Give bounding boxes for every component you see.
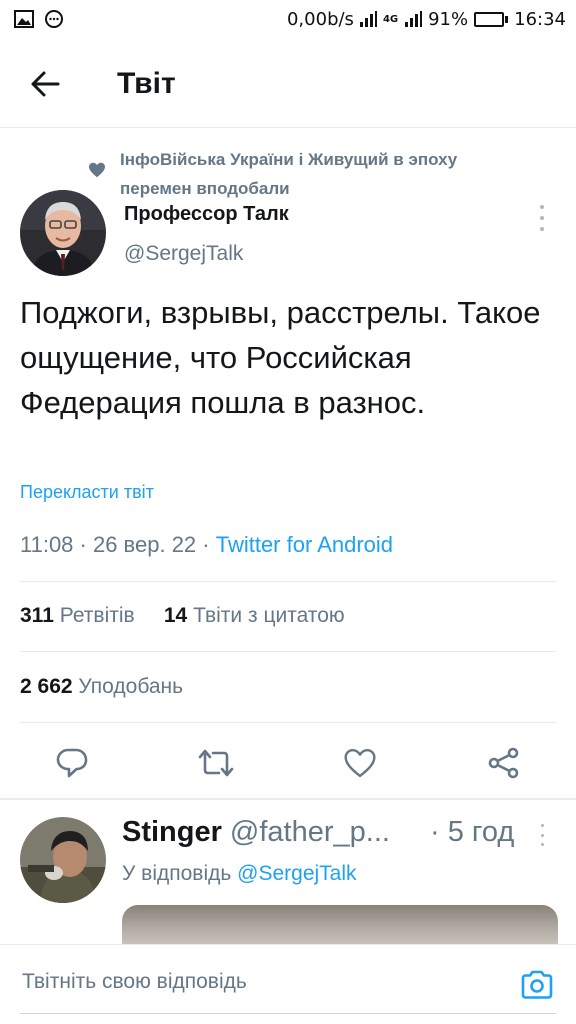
reply-author-name[interactable]: Stinger bbox=[122, 816, 222, 849]
author-name[interactable]: Профессор Талк bbox=[124, 203, 289, 226]
retweet-button[interactable] bbox=[191, 738, 241, 788]
reply-avatar[interactable] bbox=[20, 817, 106, 903]
translate-tweet-link[interactable]: Перекласти твіт bbox=[20, 482, 154, 503]
reply-more-options-icon[interactable] bbox=[537, 824, 547, 846]
author-avatar[interactable] bbox=[20, 190, 106, 276]
chat-icon bbox=[44, 9, 64, 29]
network-type: 4G bbox=[382, 13, 399, 25]
tweet-text: Поджоги, взрывы, расстрелы. Такое ощущен… bbox=[20, 295, 541, 420]
battery-percent: 91% bbox=[428, 8, 469, 30]
reply-media-image[interactable] bbox=[122, 905, 558, 945]
reply-header: Stinger @father_p... · 5 год bbox=[122, 816, 532, 849]
divider bbox=[20, 581, 556, 582]
signal-icon bbox=[405, 11, 423, 27]
heart-icon bbox=[88, 162, 106, 203]
likes-label: Уподобань bbox=[78, 675, 184, 698]
tweet-source-link[interactable]: Twitter for Android bbox=[216, 532, 393, 557]
reply-input[interactable] bbox=[14, 963, 504, 1001]
like-icon bbox=[344, 748, 376, 778]
likes-count: 2 662 bbox=[20, 675, 73, 698]
retweets-label: Ретвітів bbox=[59, 604, 135, 627]
share-button[interactable] bbox=[479, 738, 529, 788]
more-options-icon[interactable] bbox=[537, 205, 547, 231]
quotes-stat[interactable]: 14 Твіти з цитатою bbox=[164, 604, 345, 627]
author-handle[interactable]: @SergejTalk bbox=[124, 242, 243, 266]
camera-icon bbox=[521, 970, 553, 999]
back-button[interactable] bbox=[15, 54, 75, 114]
replying-to-prefix: У відповідь bbox=[122, 862, 238, 885]
camera-button[interactable] bbox=[517, 965, 557, 1005]
net-speed: 0,00b/s bbox=[286, 8, 354, 30]
like-button[interactable] bbox=[335, 738, 385, 788]
share-icon bbox=[488, 747, 519, 779]
likes-stat[interactable]: 2 662 Уподобань bbox=[20, 675, 183, 699]
tweet-meta: 11:08 · 26 вер. 22 · Twitter for Android bbox=[20, 532, 393, 558]
retweets-stat[interactable]: 311 Ретвітів bbox=[20, 604, 135, 627]
clock: 16:34 bbox=[514, 8, 566, 30]
app-header: Твіт bbox=[0, 40, 576, 128]
reply-time: · 5 год bbox=[430, 816, 515, 848]
reply-composer bbox=[0, 944, 576, 1024]
reply-button[interactable] bbox=[47, 738, 97, 788]
arrow-left-icon bbox=[31, 71, 60, 96]
divider bbox=[20, 722, 556, 723]
status-bar: 0,00b/s 4G 91% 16:34 bbox=[0, 0, 576, 38]
retweet-icon bbox=[198, 749, 234, 777]
stats-row: 311 Ретвітів 14 Твіти з цитатою bbox=[20, 604, 345, 628]
social-context[interactable]: ІнфоВійська України і Живущий в эпоху пе… bbox=[88, 145, 528, 203]
divider bbox=[20, 651, 556, 652]
reply-author-handle[interactable]: @father_p... bbox=[230, 816, 390, 849]
quotes-count: 14 bbox=[163, 604, 188, 627]
section-divider bbox=[0, 798, 576, 800]
battery-icon bbox=[474, 11, 509, 27]
quotes-label: Твіти з цитатою bbox=[193, 604, 345, 627]
tweet-actions bbox=[0, 738, 576, 788]
replying-to-mention[interactable]: @SergejTalk bbox=[237, 862, 356, 885]
signal-icon bbox=[359, 11, 377, 27]
reply-icon bbox=[56, 748, 88, 778]
replying-to: У відповідь @SergejTalk bbox=[122, 862, 357, 886]
social-context-text: ІнфоВійська України і Живущий в эпоху пе… bbox=[120, 150, 458, 198]
image-icon bbox=[14, 10, 34, 28]
composer-underline bbox=[20, 1013, 556, 1014]
retweets-count: 311 bbox=[20, 604, 54, 627]
tweet-timestamp: 11:08 · 26 вер. 22 · bbox=[20, 532, 216, 557]
page-title: Твіт bbox=[117, 66, 176, 100]
